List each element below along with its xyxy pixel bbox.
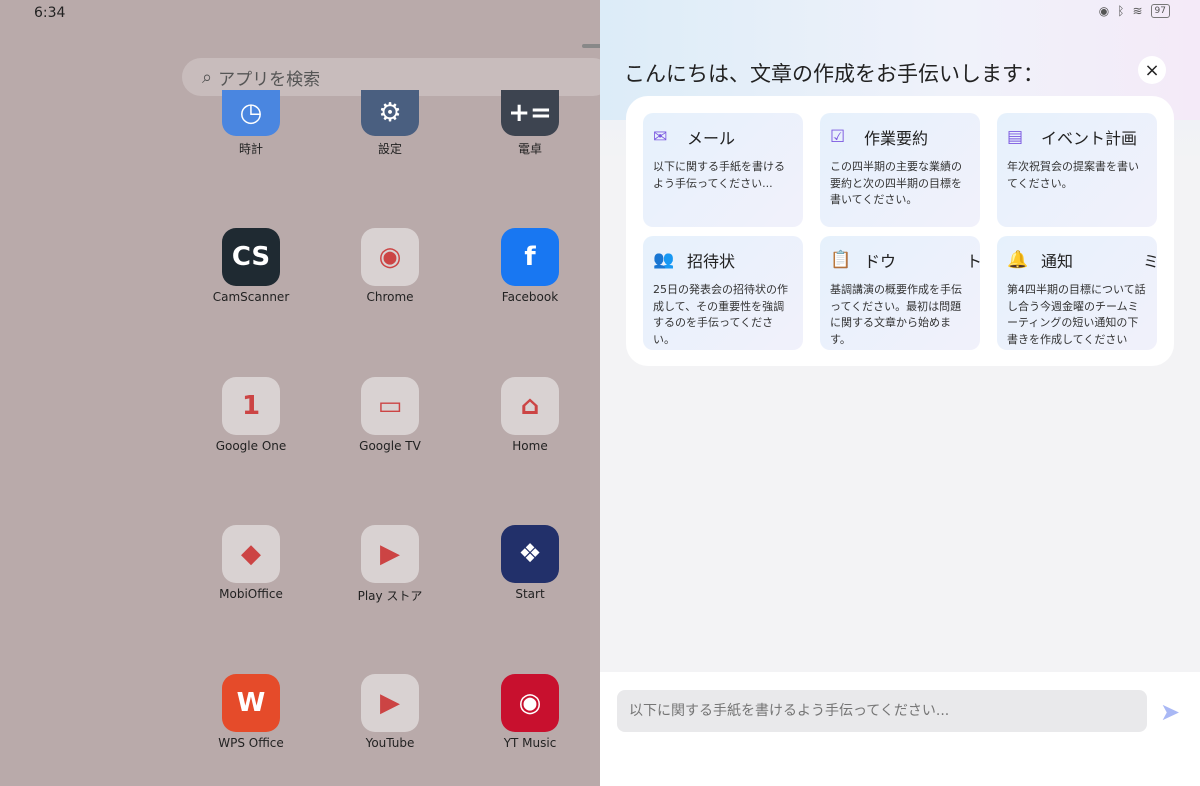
wifi-icon: ≋: [1132, 4, 1143, 18]
app-icon-7[interactable]: ▭ Google TV: [330, 377, 450, 453]
status-icons: ◉ ᛒ ≋ 97: [1099, 4, 1170, 18]
app-label: Google TV: [359, 439, 421, 453]
app-icon-12[interactable]: W WPS Office: [191, 674, 311, 750]
suggestion-card[interactable]: 👥 招待状 25日の発表会の招待状の作成して、その重要性を強調するのを手伝ってくださ…: [643, 236, 803, 350]
card-icon: ✉: [653, 127, 668, 147]
card-text: 年次祝賀会の提案書を書いてください。: [1007, 160, 1139, 190]
card-title: イベント計画: [1041, 129, 1138, 148]
app-glyph-icon: ◉: [361, 228, 419, 286]
drag-handle[interactable]: [582, 44, 602, 48]
writing-assistant-panel: ◉ ᛒ ≋ 97 こんにちは、文章の作成をお手伝いします： × ✉ メール以下に関…: [600, 0, 1200, 786]
card-text: 第4四半期の目標について話し合う今週金曜のチームミーティングの短い通知の下書きを…: [1007, 283, 1146, 346]
card-text: この四半期の主要な業績の要約と次の四半期の目標を書いてください。: [830, 160, 962, 206]
app-glyph-icon: f: [501, 228, 559, 286]
app-glyph-icon: CS: [222, 228, 280, 286]
app-icon-14[interactable]: ◉ YT Music: [470, 674, 590, 750]
card-icon: 👥: [653, 250, 675, 270]
suggestion-card[interactable]: ☑ 作業要約この四半期の主要な業績の要約と次の四半期の目標を書いてください。: [820, 113, 980, 227]
card-icon: 📋: [830, 250, 852, 270]
card-icon: 🔔: [1007, 250, 1029, 270]
app-label: Play ストア: [357, 589, 423, 603]
app-icon-11[interactable]: ❖ Start: [470, 525, 590, 601]
app-icon-6[interactable]: 1 Google One: [191, 377, 311, 453]
card-text: 25日の発表会の招待状の作成して、その重要性を強調するのを手伝ってください。: [653, 283, 788, 346]
card-icon: ☑: [830, 127, 846, 147]
suggestion-panel: ✉ メール以下に関する手紙を書けるよう手伝ってください... ☑ 作業要約この四半期の…: [626, 96, 1174, 366]
app-icon-5[interactable]: f Facebook: [470, 228, 590, 304]
app-icon-3[interactable]: CS CamScanner: [191, 228, 311, 304]
bluetooth-icon: ᛒ: [1117, 4, 1125, 18]
app-glyph-icon: W: [222, 674, 280, 732]
card-title: 招待状: [687, 252, 736, 271]
suggestion-card[interactable]: ▤ イベント計画年次祝賀会の提案書を書いてください。: [997, 113, 1157, 227]
app-glyph-icon: ❖: [501, 525, 559, 583]
card-text: 以下に関する手紙を書けるよう手伝ってください...: [653, 160, 785, 190]
home-launcher: 6:34 ⌕ アプリを検索 ◷ 時計 ⚙ 設定 += 電卓 CS CamScanner ◉ Chro…: [0, 0, 612, 786]
battery-icon: 97: [1150, 4, 1170, 18]
prompt-input[interactable]: [617, 690, 1147, 732]
suggestion-card[interactable]: 📋 ドウ ト基調講演の概要作成を手伝ってください。最初は問題に関する文章から始めます…: [820, 236, 980, 350]
card-title: 作業要約: [864, 129, 929, 148]
app-label: YouTube: [365, 736, 415, 750]
card-text: 基調講演の概要作成を手伝ってください。最初は問題に関する文章から始めます。: [830, 283, 962, 346]
app-icon-10[interactable]: ▶ Play ストア: [330, 525, 450, 604]
card-icon: ▤: [1007, 127, 1024, 147]
app-label: YT Music: [503, 736, 557, 750]
app-glyph-icon: ▶: [361, 525, 419, 583]
app-icon-2[interactable]: += 電卓: [470, 90, 590, 157]
eye-comfort-icon: ◉: [1098, 4, 1110, 18]
app-icon-8[interactable]: ⌂ Home: [470, 377, 590, 453]
app-label: 電卓: [517, 142, 542, 156]
clock: 6:34: [34, 5, 66, 21]
assistant-title: こんにちは、文章の作成をお手伝いします：: [624, 62, 1044, 86]
app-glyph-icon: ▶: [361, 674, 419, 732]
app-glyph-icon: ⌂: [501, 377, 559, 435]
app-glyph-icon: ◆: [222, 525, 280, 583]
app-icon-0[interactable]: ◷ 時計: [191, 90, 311, 157]
app-glyph-icon: +=: [501, 90, 559, 136]
close-button[interactable]: ×: [1138, 56, 1166, 84]
app-label: WPS Office: [218, 736, 284, 750]
app-glyph-icon: 1: [222, 377, 280, 435]
card-title: メール: [687, 129, 736, 148]
app-icon-4[interactable]: ◉ Chrome: [330, 228, 450, 304]
card-title: ドウ: [864, 252, 897, 271]
send-icon[interactable]: ➤: [1160, 698, 1180, 726]
app-label: 時計: [238, 142, 263, 156]
suggestion-card[interactable]: 🔔 通知 ミ第4四半期の目標について話し合う今週金曜のチームミーティングの短い通知の…: [997, 236, 1157, 350]
app-glyph-icon: ⚙: [361, 90, 419, 136]
app-label: Start: [515, 587, 545, 601]
search-icon: ⌕: [202, 66, 213, 88]
app-label: 設定: [377, 142, 402, 156]
app-label: Home: [512, 439, 548, 453]
app-glyph-icon: ▭: [361, 377, 419, 435]
app-icon-13[interactable]: ▶ YouTube: [330, 674, 450, 750]
app-label: Facebook: [501, 290, 559, 304]
card-title-fragment: ミ: [1142, 252, 1157, 271]
app-icon-1[interactable]: ⚙ 設定: [330, 90, 450, 157]
app-icon-9[interactable]: ◆ MobiOffice: [191, 525, 311, 601]
app-label: MobiOffice: [219, 587, 283, 601]
search-placeholder: アプリを検索: [218, 69, 321, 90]
app-label: Google One: [215, 439, 287, 453]
app-label: CamScanner: [212, 290, 290, 304]
card-title-fragment: ト: [965, 252, 980, 271]
suggestion-card[interactable]: ✉ メール以下に関する手紙を書けるよう手伝ってください...: [643, 113, 803, 227]
app-glyph-icon: ◷: [222, 90, 280, 136]
app-glyph-icon: ◉: [501, 674, 559, 732]
card-title: 通知: [1041, 252, 1074, 271]
app-label: Chrome: [366, 290, 414, 304]
